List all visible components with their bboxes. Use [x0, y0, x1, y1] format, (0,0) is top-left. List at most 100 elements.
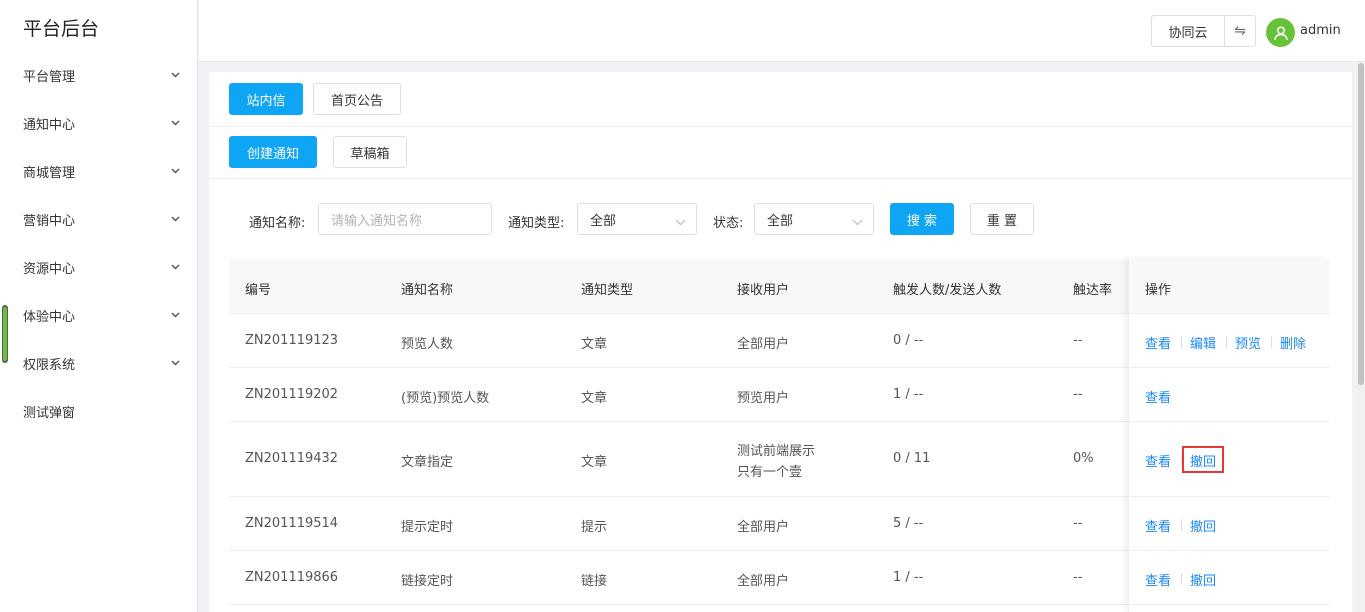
preview-link[interactable]: 预览 [1235, 333, 1261, 352]
cell-recipient: 全部用户 [737, 574, 790, 589]
type-filter-label: 通知类型: [508, 216, 565, 231]
status-select-value: 全部 [767, 213, 794, 229]
sidebar-scroll-handle[interactable] [2, 305, 8, 363]
cell-recipient-line2: 只有一个壹 [737, 465, 803, 480]
chevron-down-icon [852, 215, 863, 230]
cell-rate: -- [1073, 333, 1083, 348]
reset-button[interactable]: 重 置 [970, 203, 1034, 235]
search-button[interactable]: 搜 索 [890, 203, 954, 235]
cell-name: 提示定时 [401, 520, 454, 535]
chevron-down-icon [170, 118, 180, 128]
cell-id: ZN201119866 [245, 570, 339, 585]
chevron-down-icon [170, 166, 180, 176]
cell-type: 文章 [581, 337, 608, 352]
delete-link[interactable]: 删除 [1280, 333, 1306, 352]
cell-type: 文章 [581, 391, 608, 406]
cell-name: 文章指定 [401, 455, 454, 470]
cell-recipient: 测试前端展示 [737, 444, 816, 459]
divider [1181, 519, 1182, 531]
user-icon [1273, 25, 1288, 40]
page-scrollbar[interactable] [1357, 63, 1365, 612]
divider [1181, 573, 1182, 585]
sidebar-item-label: 测试弹窗 [23, 405, 76, 421]
sidebar-item-test-dialog[interactable]: 测试弹窗 [0, 387, 198, 435]
divider [1271, 336, 1272, 348]
col-header-counts: 触发人数/发送人数 [893, 283, 1002, 298]
sidebar-item-label: 资源中心 [23, 261, 76, 277]
revoke-link[interactable]: 撤回 [1190, 516, 1216, 535]
avatar[interactable] [1266, 18, 1295, 47]
tabs-row: 站内信 首页公告 [209, 72, 1352, 127]
view-link[interactable]: 查看 [1145, 333, 1171, 352]
status-select[interactable]: 全部 [754, 203, 874, 235]
cell-name: 预览人数 [401, 337, 454, 352]
cell-rate: -- [1073, 570, 1083, 585]
divider [1181, 336, 1182, 348]
chevron-down-icon [170, 358, 180, 368]
cell-id: ZN201119202 [245, 387, 339, 402]
sidebar-item-permissions[interactable]: 权限系统 [0, 339, 198, 387]
cell-id: ZN201119514 [245, 516, 339, 531]
view-link[interactable]: 查看 [1145, 516, 1171, 535]
create-notice-button[interactable]: 创建通知 [229, 136, 317, 168]
tab-inbox[interactable]: 站内信 [229, 83, 303, 115]
chevron-down-icon [675, 215, 686, 230]
sidebar: 平台后台 平台管理 通知中心 商城管理 营销中心 资源中心 体验中心 权限系统 … [0, 0, 198, 612]
view-link[interactable]: 查看 [1145, 570, 1171, 589]
sidebar-item-label: 体验中心 [23, 309, 76, 325]
switch-icon[interactable]: ⇋ [1224, 15, 1256, 47]
name-search-input[interactable]: 请输入通知名称 [318, 203, 492, 235]
sidebar-item-mall[interactable]: 商城管理 [0, 147, 198, 195]
cell-type: 文章 [581, 455, 608, 470]
highlight-box [1182, 446, 1224, 473]
sidebar-item-notice[interactable]: 通知中心 [0, 99, 198, 147]
edit-link[interactable]: 编辑 [1190, 333, 1216, 352]
cell-rate: -- [1073, 516, 1083, 531]
chevron-down-icon [170, 262, 180, 272]
revoke-link[interactable]: 撤回 [1190, 570, 1216, 589]
col-header-id: 编号 [245, 283, 272, 298]
sidebar-item-resources[interactable]: 资源中心 [0, 243, 198, 291]
col-header-name: 通知名称 [401, 283, 454, 298]
cell-recipient: 全部用户 [737, 520, 790, 535]
cell-recipient: 全部用户 [737, 337, 790, 352]
scrollbar-thumb[interactable] [1358, 63, 1364, 385]
status-filter-label: 状态: [713, 216, 744, 231]
sidebar-item-experience[interactable]: 体验中心 [0, 291, 198, 339]
sidebar-item-label: 营销中心 [23, 213, 76, 229]
chevron-down-icon [170, 310, 180, 320]
cell-rate: -- [1073, 387, 1083, 402]
chevron-down-icon [170, 214, 180, 224]
ops-cell: 查看 撤回 [1129, 497, 1329, 551]
cloud-button[interactable]: 协同云 [1151, 15, 1225, 47]
chevron-down-icon [170, 70, 180, 80]
col-header-recipient: 接收用户 [737, 283, 790, 298]
cell-counts: 0 / 11 [893, 451, 931, 466]
type-select[interactable]: 全部 [577, 203, 697, 235]
actions-row: 创建通知 草稿箱 [209, 128, 1352, 179]
type-select-value: 全部 [590, 213, 617, 229]
cell-rate: 0% [1073, 451, 1094, 466]
col-header-rate: 触达率 [1073, 283, 1113, 298]
col-header-ops: 操作 [1145, 283, 1172, 298]
sidebar-item-platform[interactable]: 平台管理 [0, 51, 198, 99]
sidebar-item-label: 权限系统 [23, 357, 76, 373]
cell-type: 链接 [581, 574, 608, 589]
view-link[interactable]: 查看 [1145, 451, 1171, 470]
username[interactable]: admin [1300, 23, 1341, 38]
divider [1226, 336, 1227, 348]
sidebar-item-marketing[interactable]: 营销中心 [0, 195, 198, 243]
col-header-type: 通知类型 [581, 283, 634, 298]
operations-column: 操作 查看 编辑 预览 删除 查看 查看 撤回 查看 撤回 查看 撤回 [1128, 259, 1329, 612]
cell-counts: 0 / -- [893, 333, 924, 348]
cell-counts: 5 / -- [893, 516, 924, 531]
name-filter-label: 通知名称: [249, 216, 306, 231]
ops-cell: 查看 编辑 预览 删除 [1129, 314, 1329, 368]
drafts-button[interactable]: 草稿箱 [333, 136, 407, 168]
cell-name: (预览)预览人数 [401, 391, 490, 406]
ops-cell: 查看 撤回 [1129, 422, 1329, 497]
tab-announcement[interactable]: 首页公告 [313, 83, 401, 115]
ops-header-cell: 操作 [1129, 259, 1329, 314]
cell-counts: 1 / -- [893, 387, 924, 402]
view-link[interactable]: 查看 [1145, 387, 1171, 406]
